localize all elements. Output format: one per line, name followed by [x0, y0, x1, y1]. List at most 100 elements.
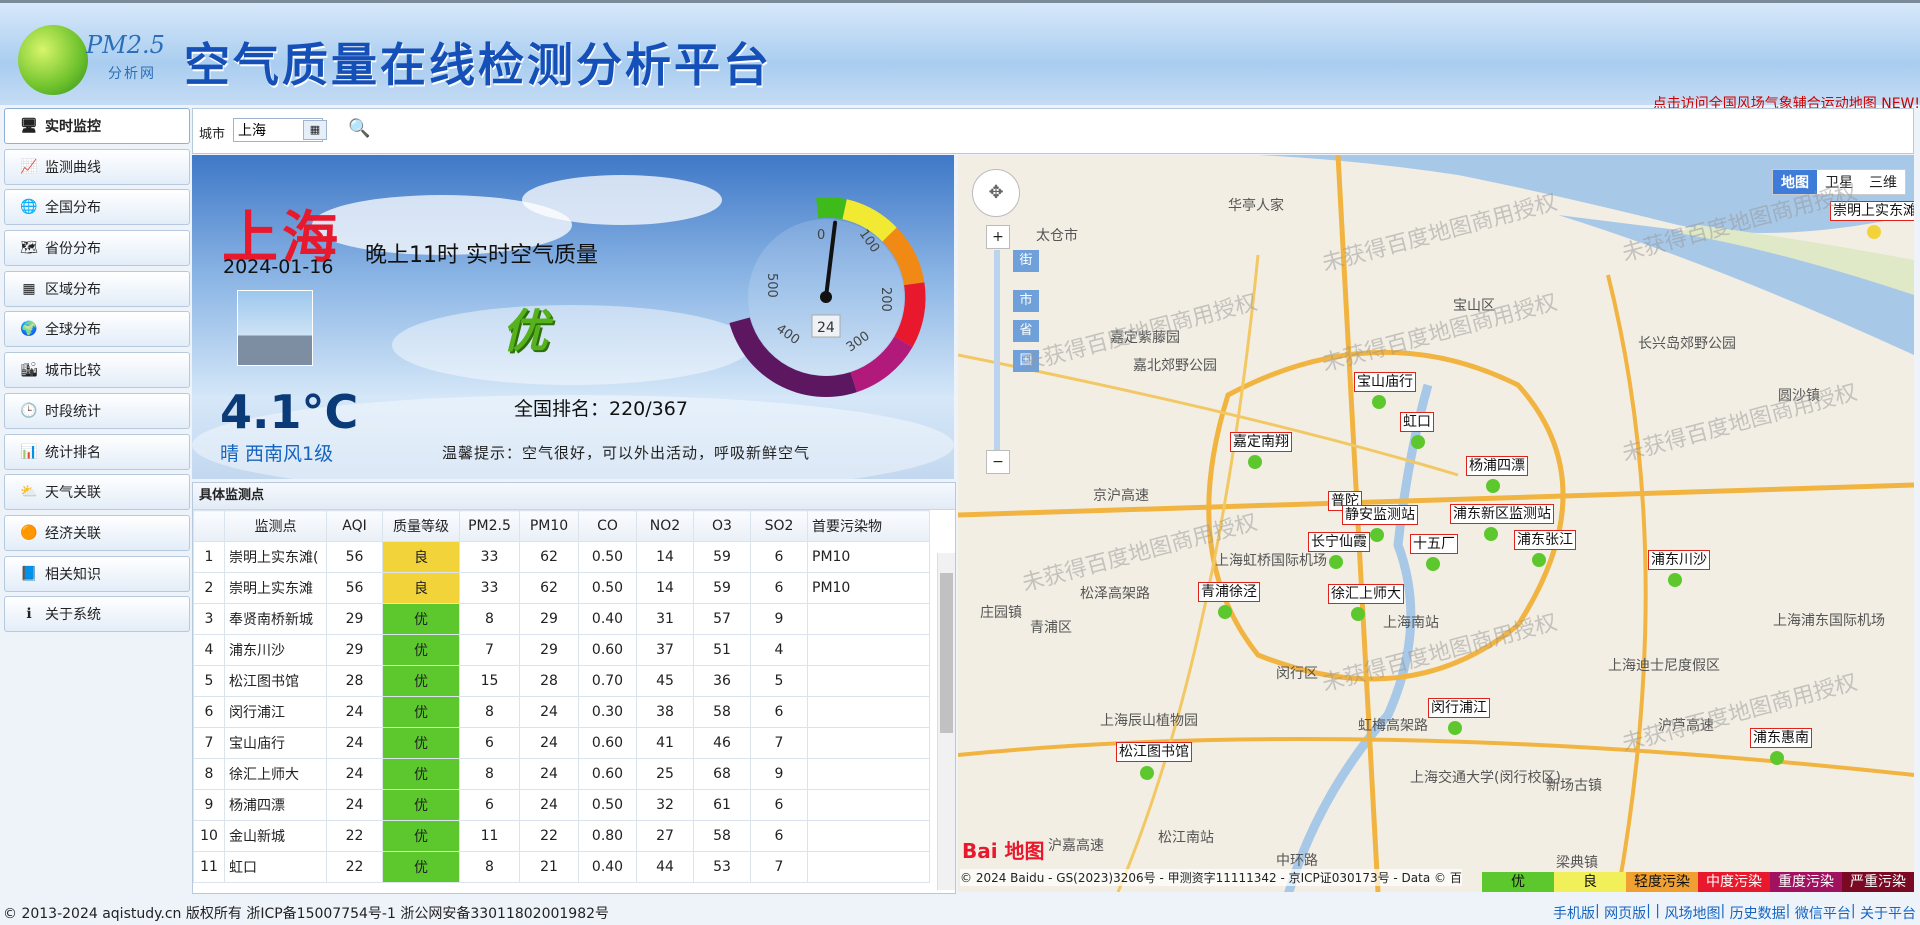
table-cell: 32 [636, 789, 694, 821]
column-header[interactable]: PM10 [519, 510, 579, 542]
nav-national-distribution[interactable]: 🌐 全国分布 [4, 189, 190, 226]
station-label[interactable]: 宝山庙行 [1354, 372, 1416, 392]
station-marker[interactable] [1370, 528, 1384, 542]
nav-economy-relation[interactable]: 🟠 经济关联 [4, 514, 190, 551]
station-label[interactable]: 长宁仙霞 [1308, 532, 1370, 552]
nav-monitor-curve[interactable]: 📈 监测曲线 [4, 148, 190, 185]
zoom-level-province[interactable]: 省 [1013, 320, 1039, 342]
table-cell: 61 [693, 789, 751, 821]
column-header[interactable]: 首要污染物 [807, 510, 930, 542]
column-header[interactable] [193, 510, 225, 542]
table-cell: 杨浦四漂 [224, 789, 327, 821]
table-cell: 33 [459, 541, 520, 573]
nav-weather-relation[interactable]: ⛅ 天气关联 [4, 474, 190, 511]
station-marker[interactable] [1248, 455, 1262, 469]
station-label[interactable]: 闵行浦江 [1428, 698, 1490, 718]
station-marker[interactable] [1867, 225, 1881, 239]
table-cell: 24 [326, 696, 383, 728]
table-row[interactable]: 8 徐汇上师大 24 优 8 24 0.60 25 68 9 [193, 758, 930, 790]
station-marker[interactable] [1532, 553, 1546, 567]
table-row[interactable]: 7 宝山庙行 24 优 6 24 0.60 41 46 7 [193, 727, 930, 759]
scrollbar-thumb[interactable] [940, 573, 953, 733]
station-marker[interactable] [1411, 435, 1425, 449]
table-cell [807, 820, 930, 852]
map-type-3d[interactable]: 三维 [1861, 170, 1905, 194]
station-label[interactable]: 十五厂 [1410, 534, 1458, 554]
nav-label: 时段统计 [45, 403, 101, 420]
station-label[interactable]: 青浦徐泾 [1198, 582, 1260, 602]
station-marker[interactable] [1668, 573, 1682, 587]
column-header[interactable]: SO2 [750, 510, 808, 542]
footer-link-about[interactable]: 关于平台 [1860, 903, 1916, 923]
nav-city-compare[interactable]: 🏙 城市比较 [4, 352, 190, 389]
station-marker[interactable] [1351, 607, 1365, 621]
nav-period-stats[interactable]: 🕒 时段统计 [4, 392, 190, 429]
footer-link-web[interactable]: 网页版 [1604, 903, 1646, 923]
station-marker[interactable] [1486, 479, 1500, 493]
leaf-logo-icon[interactable] [18, 25, 88, 95]
table-row[interactable]: 11 虹口 22 优 8 21 0.40 44 53 7 [193, 851, 930, 883]
column-header[interactable]: NO2 [636, 510, 694, 542]
table-row[interactable]: 2 崇明上实东滩 56 良 33 62 0.50 14 59 6 PM10 [193, 572, 930, 604]
zoom-level-city[interactable]: 市 [1013, 290, 1039, 312]
station-label[interactable]: 浦东新区监测站 [1450, 504, 1554, 524]
station-label[interactable]: 杨浦四漂 [1466, 456, 1528, 476]
station-label[interactable]: 静安监测站 [1342, 505, 1418, 525]
table-cell: 0.80 [578, 820, 637, 852]
table-row[interactable]: 1 崇明上实东滩(56 良 33 62 0.50 14 59 6 PM10 [193, 541, 930, 573]
station-marker[interactable] [1372, 395, 1386, 409]
column-header[interactable]: PM2.5 [459, 510, 520, 542]
station-label[interactable]: 浦东川沙 [1648, 550, 1710, 570]
nav-label: 全国分布 [45, 200, 101, 217]
zoom-in-button[interactable]: + [986, 225, 1010, 249]
table-row[interactable]: 6 闵行浦江 24 优 8 24 0.30 38 58 6 [193, 696, 930, 728]
station-label[interactable]: 松江图书馆 [1116, 742, 1192, 762]
table-scrollbar[interactable] [937, 553, 955, 890]
pan-control-icon[interactable]: ✥ [972, 169, 1020, 217]
table-row[interactable]: 10 金山新城 22 优 11 22 0.80 27 58 6 [193, 820, 930, 852]
nav-knowledge[interactable]: 📘 相关知识 [4, 555, 190, 592]
nav-global-distribution[interactable]: 🌍 全球分布 [4, 311, 190, 348]
nav-ranking[interactable]: 📊 统计排名 [4, 433, 190, 470]
city-picker-icon[interactable]: ▦ [303, 120, 327, 140]
nav-realtime-monitor[interactable]: 🖥 实时监控 [4, 108, 190, 144]
column-header[interactable]: AQI [326, 510, 383, 542]
map-view[interactable]: 华亭人家 太仓市 宝山区 长兴岛郊野公园 嘉定紫藤园 嘉北郊野公园 京沪高速 松… [958, 155, 1914, 892]
baidu-map-logo[interactable]: Bai 地图 [962, 835, 1045, 864]
station-marker[interactable] [1426, 557, 1440, 571]
table-row[interactable]: 5 松江图书馆 28 优 15 28 0.70 45 36 5 [193, 665, 930, 697]
zoom-slider[interactable] [994, 250, 1000, 450]
search-icon[interactable]: 🔍 [348, 118, 370, 139]
station-marker[interactable] [1770, 751, 1784, 765]
footer-link-history[interactable]: 历史数据 [1730, 903, 1786, 923]
zoom-out-button[interactable]: − [986, 450, 1010, 474]
table-cell [807, 634, 930, 666]
station-marker[interactable] [1140, 766, 1154, 780]
footer-link-windmap[interactable]: 风场地图 [1664, 903, 1720, 923]
station-label[interactable]: 虹口 [1400, 412, 1434, 432]
station-marker[interactable] [1448, 721, 1462, 735]
station-label[interactable]: 浦东惠南 [1750, 728, 1812, 748]
station-marker[interactable] [1329, 555, 1343, 569]
gauge-value: 24 [817, 320, 835, 336]
column-header[interactable]: 质量等级 [382, 510, 460, 542]
zoom-level-street[interactable]: 街 [1013, 250, 1039, 272]
table-cell: 22 [519, 820, 579, 852]
station-marker[interactable] [1218, 605, 1232, 619]
station-label[interactable]: 嘉定南翔 [1230, 432, 1292, 452]
station-label[interactable]: 徐汇上师大 [1328, 584, 1404, 604]
nav-about[interactable]: ℹ 关于系统 [4, 596, 190, 633]
footer-link-wechat[interactable]: 微信平台 [1795, 903, 1851, 923]
column-header[interactable]: CO [578, 510, 637, 542]
station-label[interactable]: 浦东张江 [1514, 530, 1576, 550]
column-header[interactable]: 监测点 [224, 510, 327, 542]
nav-region-distribution[interactable]: ▦ 区域分布 [4, 270, 190, 307]
table-row[interactable]: 3 奉贤南桥新城 29 优 8 29 0.40 31 57 9 [193, 603, 930, 635]
table-row[interactable]: 4 浦东川沙 29 优 7 29 0.60 37 51 4 [193, 634, 930, 666]
footer-link-mobile[interactable]: 手机版 [1553, 903, 1595, 923]
table-cell: 0.60 [578, 634, 637, 666]
table-row[interactable]: 9 杨浦四漂 24 优 6 24 0.50 32 61 6 [193, 789, 930, 821]
station-marker[interactable] [1484, 527, 1498, 541]
nav-province-distribution[interactable]: 🗺 省份分布 [4, 230, 190, 267]
column-header[interactable]: O3 [693, 510, 751, 542]
